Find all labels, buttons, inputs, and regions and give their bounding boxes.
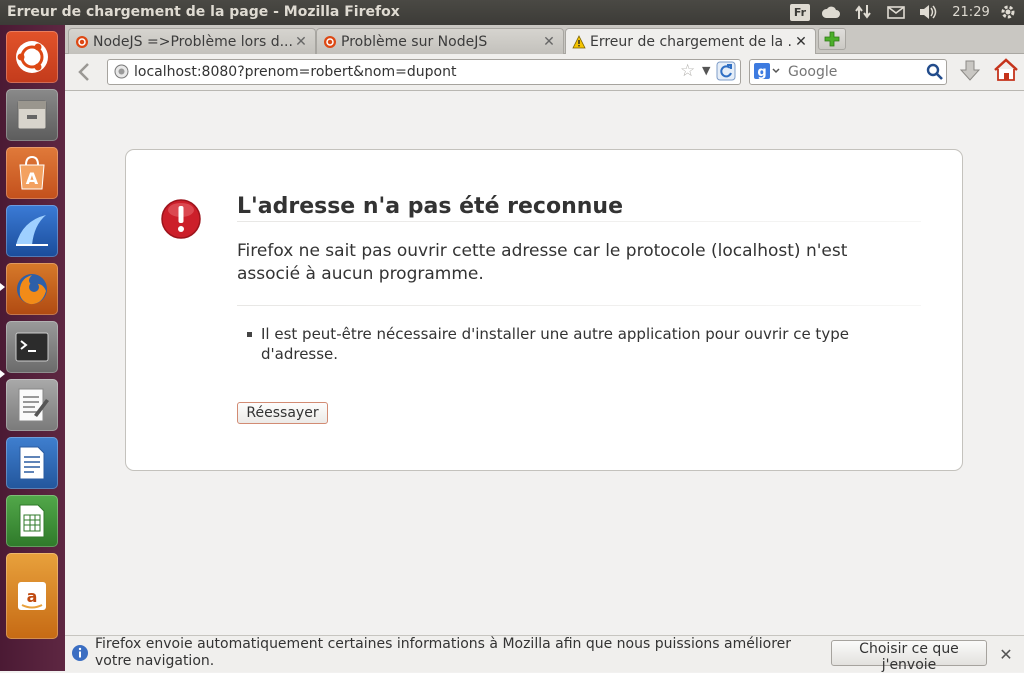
launcher-item-files[interactable] [6,89,58,141]
tab-close-icon[interactable]: ✕ [793,34,809,50]
launcher-item-dash[interactable] [6,31,58,83]
info-icon [72,645,88,661]
home-icon[interactable] [993,58,1019,86]
search-icon[interactable] [926,63,943,84]
ubuntu-fr-icon [76,35,88,48]
launcher-item-writer[interactable] [6,437,58,489]
launcher-item-stack[interactable]: a [6,553,58,639]
back-arrow-icon [78,63,89,81]
launcher-item-text-editor[interactable] [6,379,58,431]
top-panel: Erreur de chargement de la page - Mozill… [0,0,1024,25]
gear-icon[interactable] [997,3,1019,21]
launcher-item-terminal[interactable] [6,321,58,373]
bookmark-star-icon[interactable]: ☆ [680,61,695,81]
terminal-icon [15,332,49,362]
launcher: A a [0,25,65,671]
list-item: Il est peut-être nécessaire d'installer … [237,324,857,364]
wireshark-icon [16,215,48,246]
clock[interactable]: 21:29 [950,3,992,21]
amazon-icon: a [18,582,46,610]
firefox-icon [17,274,47,305]
svg-text:A: A [26,169,39,188]
firefox-running-pip [0,283,5,291]
launcher-item-firefox[interactable] [6,263,58,315]
text-editor-icon [18,388,49,422]
launcher-item-wireshark[interactable] [6,205,58,257]
tab-close-icon[interactable]: ✕ [293,34,309,50]
tab-probleme-nodejs[interactable]: Problème sur NodeJS ✕ [316,28,564,54]
tab-label: Erreur de chargement de la ... [590,34,793,50]
description-divider [237,305,921,306]
history-dropdown-icon[interactable]: ▼ [702,64,710,77]
tab-erreur-chargement[interactable]: Erreur de chargement de la ... ✕ [565,28,816,55]
svg-text:a: a [27,587,38,606]
globe-icon [114,64,129,79]
error-title: L'adresse n'a pas été reconnue [237,194,623,219]
software-center-icon: A [19,155,45,190]
cloud-icon[interactable] [820,3,842,21]
libreoffice-calc-icon [19,504,45,538]
search-input[interactable] [786,61,922,83]
launcher-item-software-center[interactable]: A [6,147,58,199]
notification-text: Firefox envoie automatiquement certaines… [95,636,792,669]
content-area: L'adresse n'a pas été reconnue Firefox n… [65,91,1024,635]
keyboard-layout-indicator[interactable]: Fr [790,4,810,21]
search-bar[interactable]: g [749,59,947,85]
network-icon[interactable] [852,3,874,21]
tab-label: NodeJS =>Problème lors d... [93,33,293,50]
ubuntu-fr-icon [324,35,336,48]
back-button[interactable] [71,59,97,85]
window-title: Erreur de chargement de la page - Mozill… [7,4,400,20]
downloads-icon[interactable] [959,59,981,87]
url-bar[interactable]: localhost:8080?prenom=robert&nom=dupont … [107,59,741,85]
tab-nodejs-probleme[interactable]: NodeJS =>Problème lors d... ✕ [68,28,316,54]
close-icon[interactable]: ✕ [997,645,1015,664]
mail-icon[interactable] [884,3,908,21]
ubuntu-dash-icon [16,41,48,73]
launcher-item-calc[interactable] [6,495,58,547]
navigation-bar: localhost:8080?prenom=robert&nom=dupont … [65,54,1024,91]
svg-text:g: g [757,65,766,79]
error-icon [161,199,201,239]
plus-icon [824,31,840,47]
warning-icon [572,35,586,49]
url-text[interactable]: localhost:8080?prenom=robert&nom=dupont [134,64,456,80]
title-divider [237,221,921,222]
files-icon [17,100,47,130]
new-tab-button[interactable] [818,28,846,50]
libreoffice-writer-icon [19,446,45,480]
retry-button[interactable]: Réessayer [237,402,328,424]
reload-icon[interactable] [716,61,736,85]
tab-bar: NodeJS =>Problème lors d... ✕ Problème s… [65,25,1024,55]
volume-icon[interactable] [916,3,940,21]
error-suggestions: Il est peut-être nécessaire d'installer … [237,324,857,364]
google-engine-icon[interactable]: g [754,63,782,83]
terminal-running-pip [0,370,5,378]
error-description: Firefox ne sait pas ouvrir cette adresse… [237,241,848,284]
notification-bar: Firefox envoie automatiquement certaines… [65,635,1024,673]
tab-close-icon[interactable]: ✕ [541,34,557,50]
choose-data-button[interactable]: Choisir ce que j'envoie [831,640,987,673]
tab-label: Problème sur NodeJS [341,33,488,50]
error-box: L'adresse n'a pas été reconnue Firefox n… [125,149,963,471]
